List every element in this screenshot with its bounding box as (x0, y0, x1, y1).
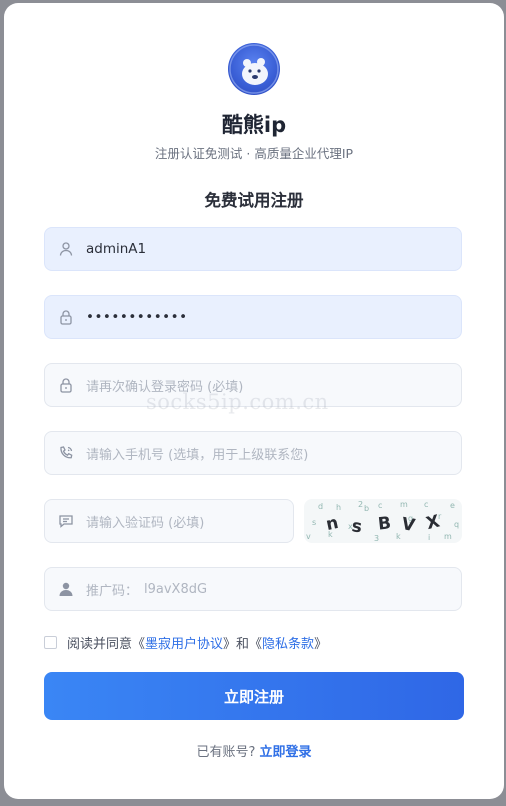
password-field[interactable]: •••••••••••• (44, 295, 462, 339)
svg-text:i: i (428, 533, 430, 542)
svg-text:2: 2 (358, 500, 363, 509)
captcha-char-3: B (377, 513, 392, 534)
svg-text:q: q (454, 520, 459, 529)
terms-link[interactable]: 墨寂用户协议 (145, 633, 223, 652)
svg-text:b: b (364, 504, 369, 513)
lock-icon (58, 377, 74, 393)
watermark: socks5ip.com.cn (146, 390, 329, 414)
agreement-middle: 》和《 (223, 636, 263, 652)
person-icon (58, 581, 74, 597)
brand-name: 酷熊ip (221, 113, 287, 137)
captcha-image[interactable]: dh2b cmce vkx3 kiqm sgr n s B V X (304, 499, 462, 543)
referral-value: l9avX8dG (144, 581, 208, 597)
username-field[interactable]: adminA1 (44, 227, 462, 271)
svg-text:m: m (400, 500, 408, 509)
phone-field[interactable]: 请输入手机号 (选填，用于上级联系您) (44, 431, 462, 475)
referral-label: 推广码： (86, 583, 139, 599)
svg-text:s: s (312, 518, 316, 527)
message-icon (58, 513, 74, 529)
register-card: 酷熊ip 注册认证免测试 · 高质量企业代理IP 免费试用注册 adminA1 … (4, 3, 504, 799)
brand-logo (228, 43, 280, 95)
phone-placeholder: 请输入手机号 (选填，用于上级联系您) (86, 447, 309, 463)
svg-text:e: e (450, 501, 455, 510)
svg-text:3: 3 (374, 534, 379, 543)
svg-text:c: c (378, 501, 382, 510)
username-value: adminA1 (86, 241, 147, 257)
captcha-char-2: s (350, 516, 363, 537)
user-icon (58, 241, 74, 257)
register-button[interactable]: 立即注册 (44, 672, 464, 720)
agreement-row: 阅读并同意《 墨寂用户协议 》和《 隐私条款 》 (44, 633, 328, 652)
agreement-prefix: 阅读并同意《 (67, 636, 146, 652)
lock-icon (58, 309, 74, 325)
svg-text:c: c (424, 500, 428, 509)
password-value: •••••••••••• (86, 309, 188, 325)
login-row: 已有账号? 立即登录 (4, 741, 504, 760)
brand-subtitle: 注册认证免测试 · 高质量企业代理IP (154, 146, 354, 161)
privacy-link[interactable]: 隐私条款 (262, 633, 314, 652)
agreement-checkbox[interactable] (44, 635, 57, 649)
login-link[interactable]: 立即登录 (260, 745, 312, 760)
svg-text:h: h (336, 503, 341, 512)
captcha-char-1: n (324, 513, 340, 535)
login-prompt: 已有账号? (196, 745, 256, 760)
svg-text:v: v (306, 532, 311, 541)
svg-text:d: d (318, 502, 323, 511)
phone-icon (58, 445, 74, 461)
agreement-suffix: 》 (314, 636, 328, 652)
referral-field[interactable]: 推广码： l9avX8dG (44, 567, 462, 611)
form-title: 免费试用注册 (204, 191, 304, 210)
captcha-field[interactable]: 请输入验证码 (必填) (44, 499, 294, 543)
svg-text:m: m (444, 532, 452, 541)
captcha-char-4: V (400, 514, 417, 536)
captcha-placeholder: 请输入验证码 (必填) (86, 515, 205, 531)
